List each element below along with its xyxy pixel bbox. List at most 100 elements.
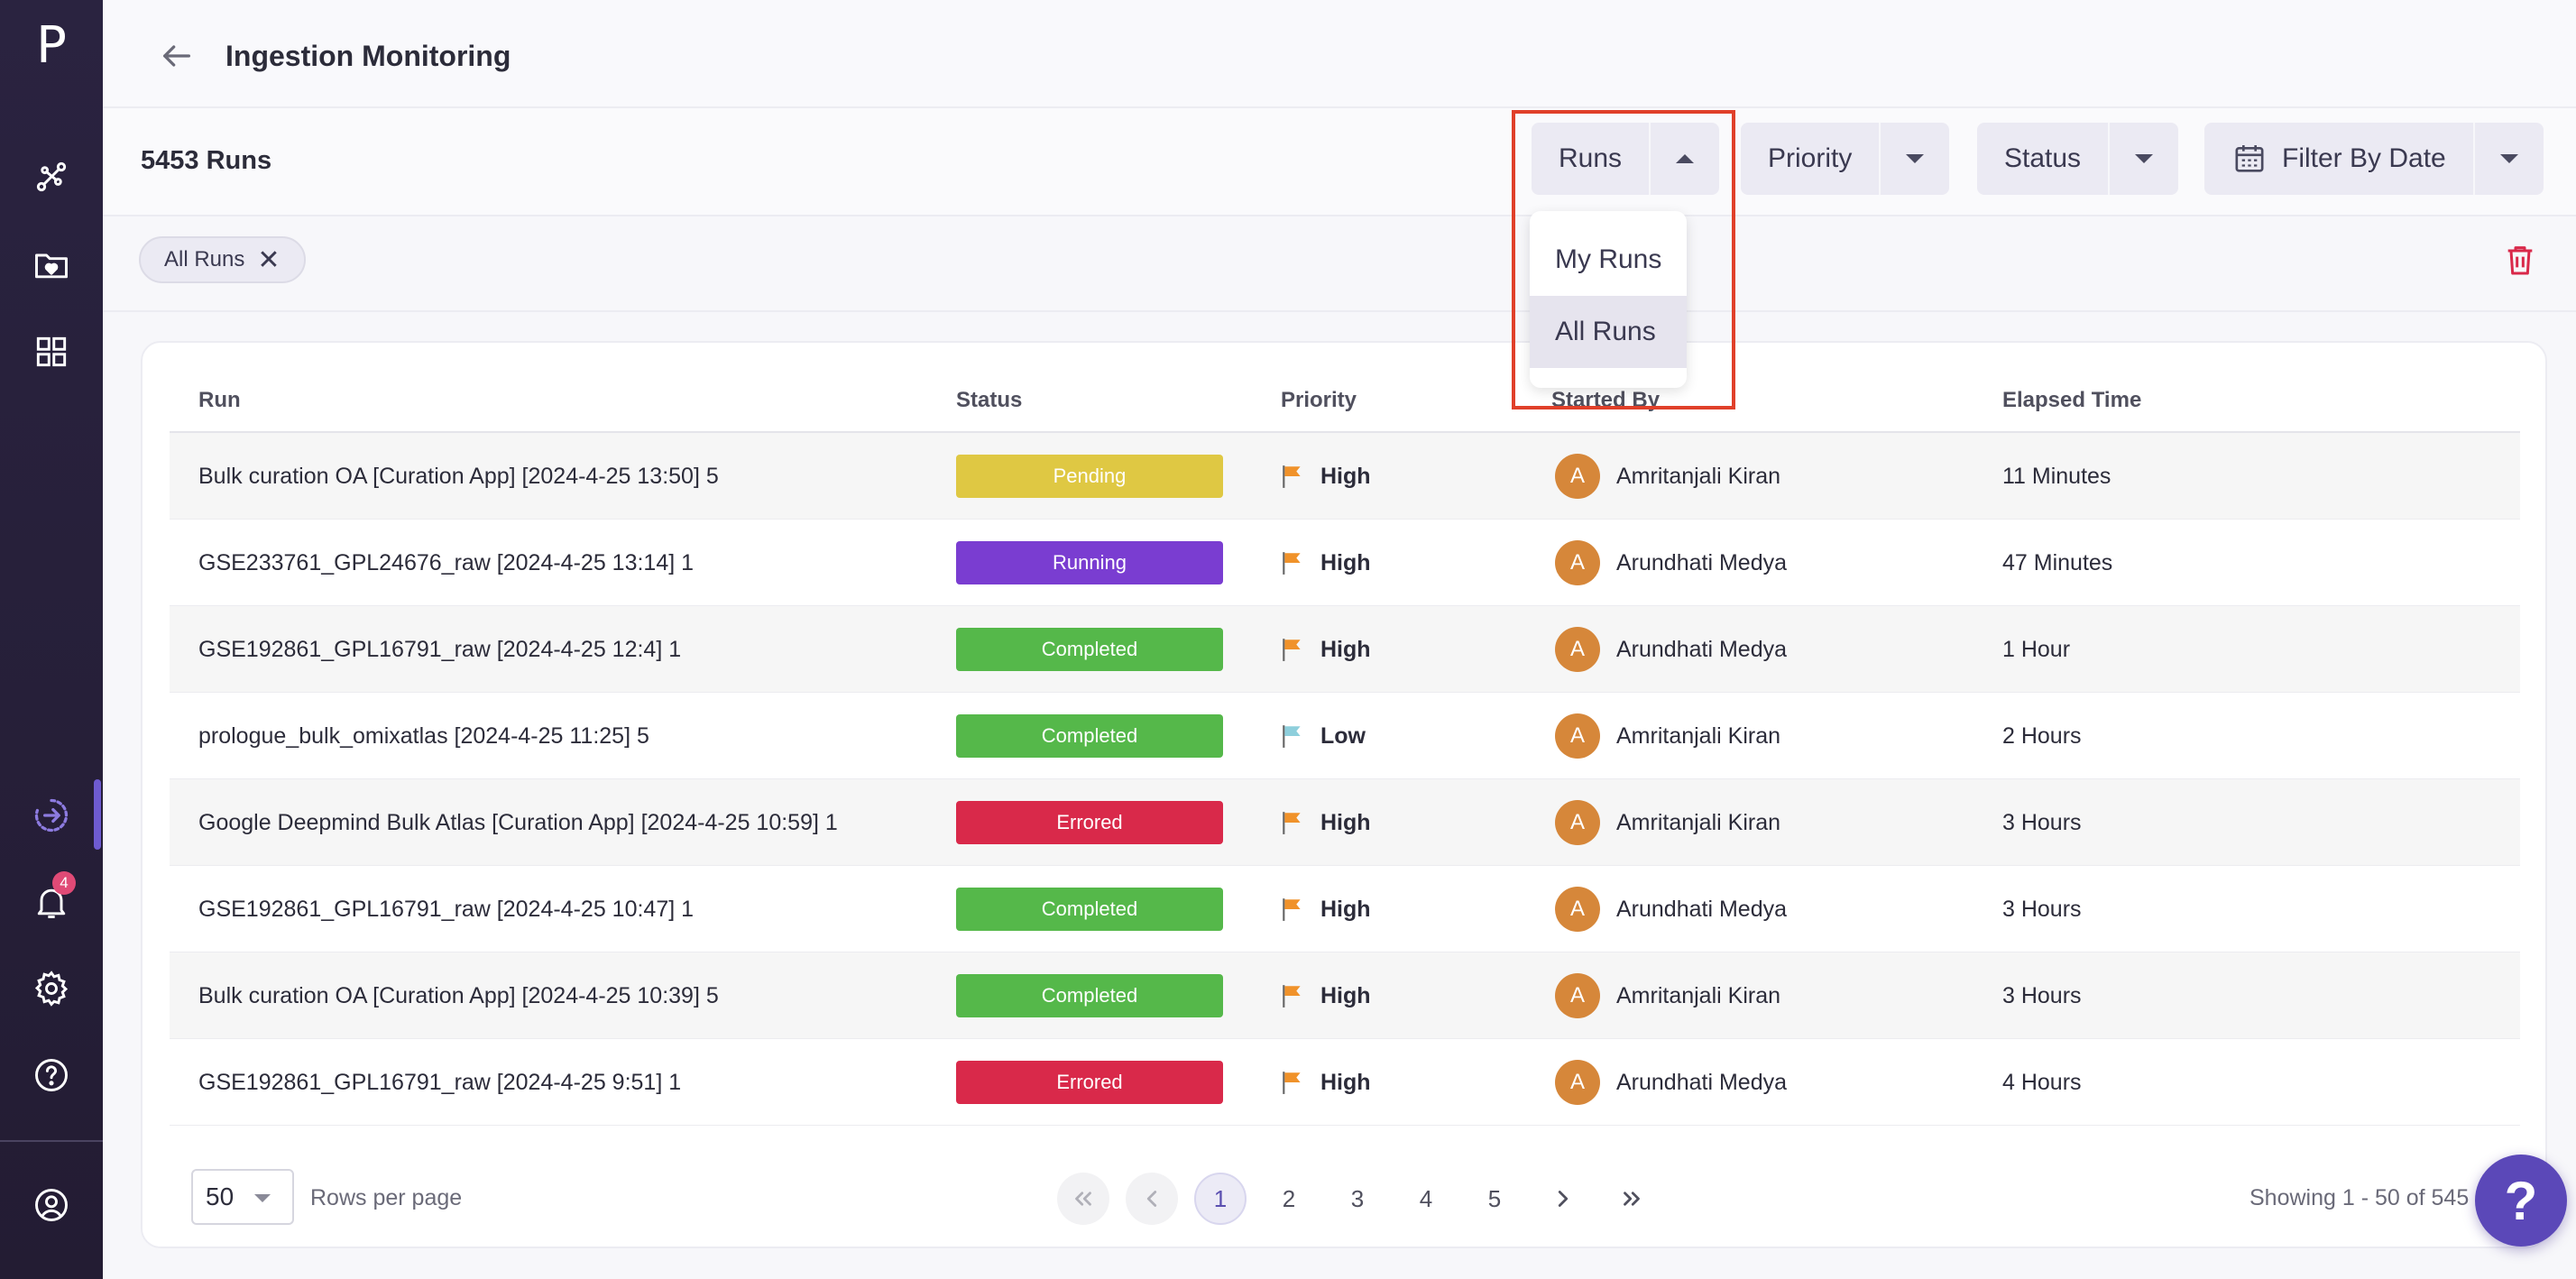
workflow-icon[interactable] <box>24 150 78 204</box>
page-3-button[interactable]: 3 <box>1331 1173 1384 1225</box>
ingestion-icon[interactable] <box>24 788 78 842</box>
page-4-button[interactable]: 4 <box>1400 1173 1452 1225</box>
folder-heart-icon[interactable] <box>24 238 78 292</box>
table-row[interactable]: Bulk curation OA [Curation App] [2024-4-… <box>170 952 2520 1039</box>
status-badge: Running <box>956 541 1223 584</box>
last-page-button[interactable] <box>1605 1173 1658 1225</box>
rows-per-page-select[interactable]: 50 <box>191 1169 294 1225</box>
flag-icon <box>1283 725 1301 748</box>
table-row[interactable]: Bulk curation OA [Curation App] [2024-4-… <box>170 433 2520 520</box>
priority-filter-toggle[interactable] <box>1881 123 1949 195</box>
close-icon[interactable]: ✕ <box>257 244 280 276</box>
first-page-button[interactable] <box>1057 1173 1109 1225</box>
flag-icon <box>1283 639 1301 661</box>
run-name[interactable]: Bulk curation OA [Curation App] [2024-4-… <box>198 952 719 1039</box>
run-name[interactable]: Bulk curation OA [Curation App] [2024-4-… <box>198 433 719 520</box>
status-cell: Errored <box>956 1039 1223 1126</box>
priority-cell: High <box>1281 606 1371 693</box>
sidebar: P 4 <box>0 0 103 1279</box>
gear-icon[interactable] <box>24 962 78 1016</box>
started-by-cell: A Amritanjali Kiran <box>1555 433 1780 520</box>
status-badge: Errored <box>956 1061 1223 1104</box>
elapsed-time: 3 Hours <box>2002 982 2082 1008</box>
elapsed-time: 4 Hours <box>2002 1069 2082 1095</box>
column-header-started-by[interactable]: Started By <box>1551 388 1660 413</box>
column-header-elapsed-time[interactable]: Elapsed Time <box>2002 388 2141 413</box>
chevron-right-icon <box>1558 1191 1569 1207</box>
elapsed-time: 3 Hours <box>2002 896 2082 922</box>
runs-filter[interactable]: Runs <box>1532 123 1720 195</box>
started-by-name: Amritanjali Kiran <box>1616 463 1781 489</box>
date-filter[interactable]: Filter By Date <box>2204 123 2544 195</box>
status-badge: Completed <box>956 974 1223 1017</box>
sidebar-divider <box>0 1140 103 1142</box>
run-name[interactable]: GSE192861_GPL16791_raw [2024-4-25 10:47]… <box>198 866 694 952</box>
status-badge: Completed <box>956 888 1223 931</box>
run-name[interactable]: prologue_bulk_omixatlas [2024-4-25 11:25… <box>198 693 649 779</box>
flag-icon <box>1283 985 1301 1008</box>
priority-filter[interactable]: Priority <box>1741 123 1950 195</box>
user-circle-icon[interactable] <box>24 1178 78 1232</box>
dropdown-option-all-runs[interactable]: All Runs <box>1530 296 1687 368</box>
grid-icon[interactable] <box>24 325 78 379</box>
started-by-name: Amritanjali Kiran <box>1616 982 1781 1008</box>
table-row[interactable]: GSE233761_GPL24676_raw [2024-4-25 13:14]… <box>170 520 2520 606</box>
prev-page-button[interactable] <box>1126 1173 1178 1225</box>
rows-per-page-value: 50 <box>206 1182 235 1210</box>
date-filter-button[interactable]: Filter By Date <box>2204 123 2473 195</box>
help-circle-icon[interactable] <box>24 1048 78 1102</box>
started-by-cell: A Arundhati Medya <box>1555 866 1787 952</box>
started-by-cell: A Arundhati Medya <box>1555 1039 1787 1126</box>
started-by-cell: A Amritanjali Kiran <box>1555 952 1780 1039</box>
run-name[interactable]: Google Deepmind Bulk Atlas [Curation App… <box>198 779 838 866</box>
date-filter-toggle[interactable] <box>2475 123 2544 195</box>
chevron-left-icon <box>1146 1191 1157 1207</box>
run-name[interactable]: GSE192861_GPL16791_raw [2024-4-25 12:4] … <box>198 606 681 693</box>
calendar-icon <box>2235 145 2264 172</box>
elapsed-time: 3 Hours <box>2002 809 2082 835</box>
column-header-run[interactable]: Run <box>198 388 241 413</box>
flag-icon <box>1283 812 1301 834</box>
status-filter[interactable]: Status <box>1977 123 2179 195</box>
priority-label: High <box>1320 896 1371 922</box>
page-title: Ingestion Monitoring <box>225 40 511 72</box>
flag-icon <box>1283 898 1301 921</box>
runs-filter-toggle[interactable] <box>1651 123 1719 195</box>
column-header-priority[interactable]: Priority <box>1281 388 1357 413</box>
priority-label: High <box>1320 549 1371 575</box>
app-logo[interactable]: P <box>0 16 103 75</box>
filter-chip: All Runs ✕ <box>139 236 306 283</box>
trash-icon[interactable] <box>2502 242 2538 278</box>
avatar: A <box>1555 887 1600 932</box>
page-5-button[interactable]: 5 <box>1468 1173 1521 1225</box>
status-filter-toggle[interactable] <box>2110 123 2178 195</box>
table-row[interactable]: Google Deepmind Bulk Atlas [Curation App… <box>170 779 2520 866</box>
next-page-button[interactable] <box>1537 1173 1589 1225</box>
table-row[interactable]: GSE192861_GPL16791_raw [2024-4-25 10:47]… <box>170 866 2520 952</box>
page-1-button[interactable]: 1 <box>1194 1173 1247 1225</box>
table-row[interactable]: GSE192861_GPL16791_raw [2024-4-25 12:4] … <box>170 606 2520 693</box>
avatar: A <box>1555 540 1600 585</box>
avatar: A <box>1555 973 1600 1018</box>
run-name[interactable]: GSE192861_GPL16791_raw [2024-4-25 9:51] … <box>198 1039 681 1126</box>
elapsed-time: 1 Hour <box>2002 636 2071 662</box>
run-name[interactable]: GSE233761_GPL24676_raw [2024-4-25 13:14]… <box>198 520 694 606</box>
column-header-status[interactable]: Status <box>956 388 1022 413</box>
started-by-cell: A Amritanjali Kiran <box>1555 693 1780 779</box>
avatar: A <box>1555 1060 1600 1105</box>
elapsed-time: 47 Minutes <box>2002 549 2113 575</box>
back-button[interactable] <box>155 34 198 78</box>
priority-label: High <box>1320 809 1371 835</box>
help-button[interactable]: ? <box>2475 1155 2567 1247</box>
page-2-button[interactable]: 2 <box>1263 1173 1315 1225</box>
table-row[interactable]: GSE192861_GPL16791_raw [2024-4-25 9:51] … <box>170 1039 2520 1126</box>
started-by-name: Arundhati Medya <box>1616 636 1788 662</box>
priority-filter-label[interactable]: Priority <box>1741 123 1879 195</box>
started-by-name: Arundhati Medya <box>1616 896 1788 922</box>
status-filter-label[interactable]: Status <box>1977 123 2108 195</box>
dropdown-option-my-runs[interactable]: My Runs <box>1530 224 1687 296</box>
runs-filter-label[interactable]: Runs <box>1532 123 1649 195</box>
priority-cell: High <box>1281 779 1371 866</box>
table-row[interactable]: prologue_bulk_omixatlas [2024-4-25 11:25… <box>170 693 2520 779</box>
started-by-cell: A Arundhati Medya <box>1555 520 1787 606</box>
